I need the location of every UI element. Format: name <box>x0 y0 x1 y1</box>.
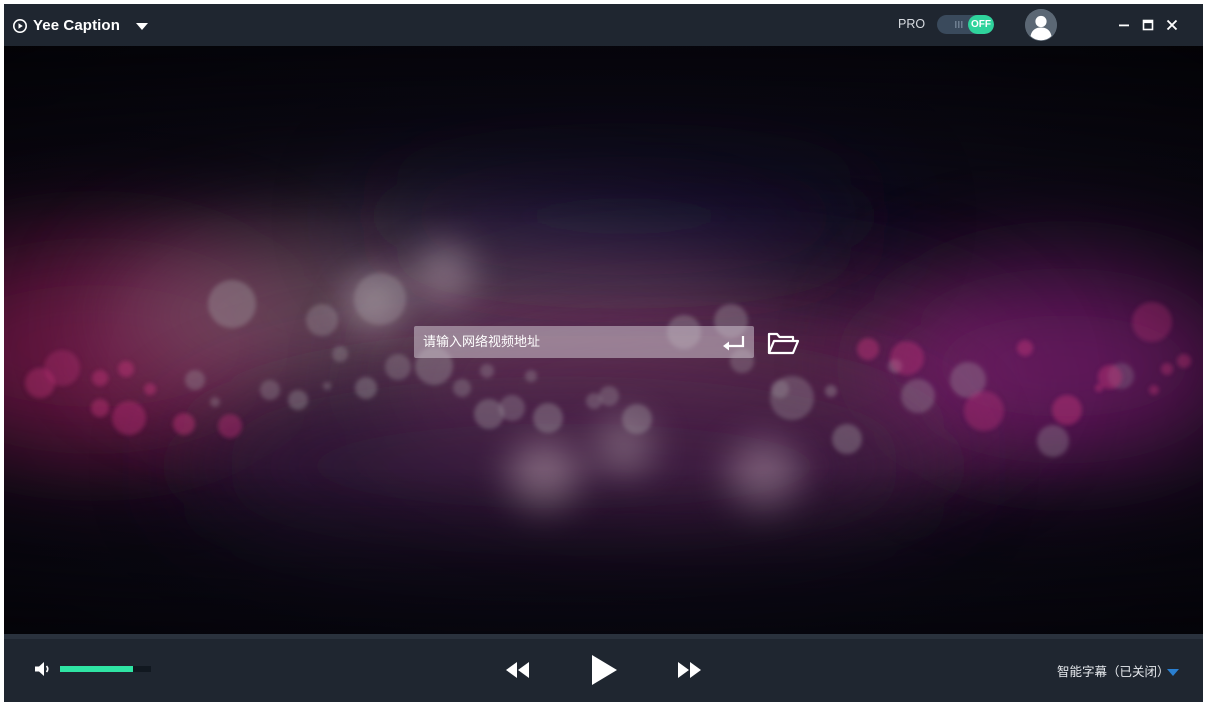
minimize-icon[interactable] <box>1115 16 1133 34</box>
title-bar: Yee Caption PRO OFF <box>4 4 1203 46</box>
volume-icon[interactable] <box>32 660 54 678</box>
app-title: Yee Caption <box>33 17 120 34</box>
user-icon <box>1025 9 1057 41</box>
clock-play-icon <box>13 19 27 33</box>
volume-slider-fill <box>60 666 133 672</box>
rewind-icon[interactable] <box>504 660 532 680</box>
video-url-input[interactable] <box>414 326 754 358</box>
enter-return-icon[interactable] <box>721 334 747 352</box>
maximize-icon[interactable] <box>1139 16 1157 34</box>
user-avatar[interactable] <box>1025 9 1057 41</box>
close-icon[interactable] <box>1163 16 1181 34</box>
play-icon[interactable] <box>589 654 619 686</box>
control-bar: 智能字幕（已关闭） <box>4 639 1203 702</box>
video-area[interactable] <box>4 46 1203 634</box>
chevron-down-icon[interactable] <box>134 20 150 32</box>
fast-forward-icon[interactable] <box>675 660 703 680</box>
volume-slider[interactable] <box>60 666 151 672</box>
pro-toggle-state: OFF <box>968 15 994 34</box>
smart-subtitle-toggle[interactable]: 智能字幕（已关闭） <box>1057 661 1170 679</box>
pro-toggle[interactable]: OFF <box>937 15 994 34</box>
folder-open-icon[interactable] <box>766 329 800 357</box>
pro-label: PRO <box>898 17 926 31</box>
app-window: Yee Caption PRO OFF 请输入网络视频地址 智能字幕（已关闭） <box>4 4 1203 702</box>
triangle-down-icon[interactable] <box>1167 669 1179 677</box>
toggle-grip-icon <box>955 21 963 28</box>
